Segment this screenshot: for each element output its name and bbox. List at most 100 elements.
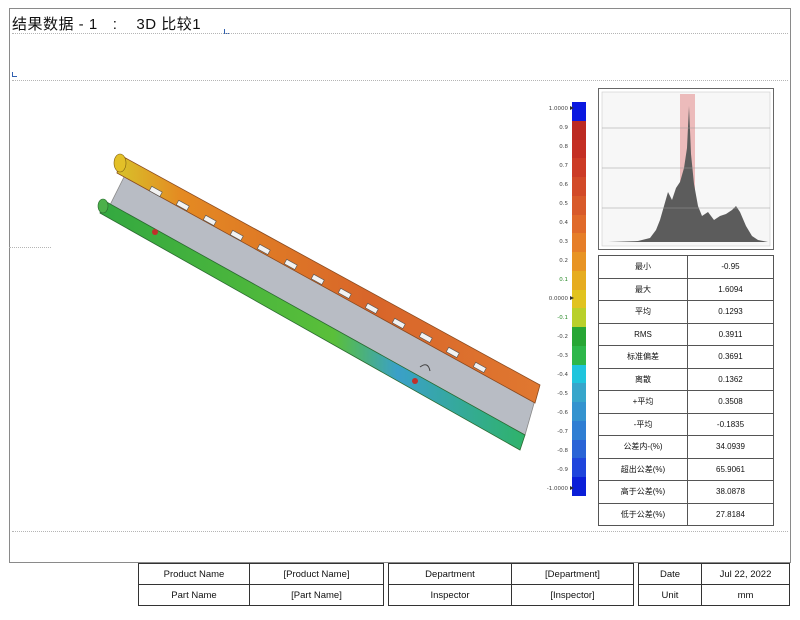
- table-row: Date Jul 22, 2022: [638, 563, 790, 585]
- table-row: 高于公差(%) 38.0878: [598, 480, 774, 504]
- color-scale-tick-label: -0.3: [557, 353, 568, 359]
- result-title: 结果数据 - 1: [12, 16, 98, 33]
- color-scale-tick-label: 0.5: [559, 201, 568, 207]
- department-info-table: Department [Department] Inspector [Inspe…: [388, 563, 634, 606]
- date-label: Date: [638, 563, 702, 585]
- comparison-name: 3D 比较1: [136, 16, 202, 33]
- color-scale-tick-label: 0.4: [559, 220, 568, 226]
- stat-value: 65.9061: [687, 457, 774, 481]
- color-scale-tick-label: -0.9: [557, 467, 568, 473]
- deviation-3d-view[interactable]: [95, 145, 555, 455]
- table-row: 最大 1.6094: [598, 277, 774, 301]
- part-name-label: Part Name: [138, 584, 250, 606]
- table-row: 离散 0.1362: [598, 367, 774, 391]
- table-row: Part Name [Part Name]: [138, 584, 384, 606]
- color-scale-tick-label: -0.5: [557, 391, 568, 397]
- stat-value: 0.3508: [687, 390, 774, 414]
- inspector-label: Inspector: [388, 584, 512, 606]
- color-scale-tick-label: -0.1: [557, 315, 568, 321]
- color-scale-tick-label: -0.4: [557, 372, 568, 378]
- stat-value: 0.3911: [687, 322, 774, 346]
- color-scale-tick-label: 0.7: [559, 163, 568, 169]
- unit-label: Unit: [638, 584, 702, 606]
- table-row: 公差内-(%) 34.0939: [598, 435, 774, 459]
- table-row: 标准偏差 0.3691: [598, 345, 774, 369]
- stat-value: -0.1835: [687, 412, 774, 436]
- rail-bottom-flange: [99, 199, 526, 451]
- table-row: Unit mm: [638, 584, 790, 606]
- stat-label: +平均: [598, 390, 688, 414]
- title-separator: :: [112, 16, 118, 33]
- table-row: -平均 -0.1835: [598, 412, 774, 436]
- deviation-histogram[interactable]: [598, 88, 774, 250]
- rail-bottom-end: [97, 198, 109, 214]
- paragraph-mark: [12, 72, 17, 77]
- stat-label: 离散: [598, 367, 688, 391]
- stat-value: 38.0878: [687, 480, 774, 504]
- page-title: 结果数据 - 1: 3D 比较1: [12, 13, 201, 34]
- stat-value: 27.8184: [687, 502, 774, 526]
- stat-value: 1.6094: [687, 277, 774, 301]
- table-row: +平均 0.3508: [598, 390, 774, 414]
- color-scale-labels: 1.0000 0.9 0.8 0.7 0.6 0.5 0.4 0.3 0.2 0.1 0.0000 -…: [547, 106, 574, 492]
- color-scale-tick-label: 0.0000: [549, 296, 569, 302]
- table-row: 最小 -0.95: [598, 255, 774, 279]
- rail-web: [109, 174, 536, 436]
- color-scale-tick-label: 0.8: [559, 144, 568, 150]
- color-scale-tick-label: 0.1: [559, 277, 568, 283]
- unit-value: mm: [701, 584, 790, 606]
- date-value: Jul 22, 2022: [701, 563, 790, 585]
- table-row: Product Name [Product Name]: [138, 563, 384, 585]
- table-row: 低于公差(%) 27.8184: [598, 502, 774, 526]
- rail-hole: [152, 229, 158, 235]
- statistics-table: 最小 -0.95 最大 1.6094 平均 0.1293 RMS 0.3911 标准偏差 0.36…: [598, 255, 774, 526]
- color-scale-tick-label: 0.2: [559, 258, 568, 264]
- stat-label: 低于公差(%): [598, 502, 688, 526]
- department-value: [Department]: [511, 563, 634, 585]
- department-label: Department: [388, 563, 512, 585]
- color-scale-tick-mark: [570, 486, 574, 490]
- color-scale-tick-label: -0.7: [557, 429, 568, 435]
- stat-label: 最小: [598, 255, 688, 279]
- dotted-guide: [9, 247, 51, 248]
- color-scale-tick-mark: [570, 296, 574, 300]
- inspector-value: [Inspector]: [511, 584, 634, 606]
- color-scale-tick-label: -0.8: [557, 448, 568, 454]
- table-row: Inspector [Inspector]: [388, 584, 634, 606]
- color-scale-tick-label: 0.3: [559, 239, 568, 245]
- stat-value: 0.3691: [687, 345, 774, 369]
- stat-label: 最大: [598, 277, 688, 301]
- color-scale-tick-label: -0.2: [557, 334, 568, 340]
- date-unit-table: Date Jul 22, 2022 Unit mm: [638, 563, 790, 606]
- dotted-guide: [12, 33, 788, 34]
- stat-label: 平均: [598, 300, 688, 324]
- stat-label: 高于公差(%): [598, 480, 688, 504]
- stat-value: -0.95: [687, 255, 774, 279]
- stat-label: 超出公差(%): [598, 457, 688, 481]
- color-scale-tick-label: -0.6: [557, 410, 568, 416]
- color-scale-tick-label: 1.0000: [549, 106, 569, 112]
- stat-label: -平均: [598, 412, 688, 436]
- table-row: RMS 0.3911: [598, 322, 774, 346]
- stat-label: RMS: [598, 322, 688, 346]
- color-scale-tick-label: 0.6: [559, 182, 568, 188]
- product-name-label: Product Name: [138, 563, 250, 585]
- dotted-guide: [12, 80, 788, 81]
- dotted-guide: [12, 531, 788, 532]
- part-name-value: [Part Name]: [249, 584, 384, 606]
- color-scale-tick-label: 0.9: [559, 125, 568, 131]
- color-scale-tick-mark: [570, 106, 574, 110]
- color-scale-tick-label: -1.0000: [547, 486, 569, 492]
- rail-top-end: [113, 153, 127, 173]
- product-info-table: Product Name [Product Name] Part Name [P…: [138, 563, 384, 606]
- stat-label: 公差内-(%): [598, 435, 688, 459]
- stat-label: 标准偏差: [598, 345, 688, 369]
- stat-value: 0.1293: [687, 300, 774, 324]
- stat-value: 34.0939: [687, 435, 774, 459]
- table-row: Department [Department]: [388, 563, 634, 585]
- product-name-value: [Product Name]: [249, 563, 384, 585]
- table-row: 超出公差(%) 65.9061: [598, 457, 774, 481]
- table-row: 平均 0.1293: [598, 300, 774, 324]
- rail-hole: [412, 378, 418, 384]
- stat-value: 0.1362: [687, 367, 774, 391]
